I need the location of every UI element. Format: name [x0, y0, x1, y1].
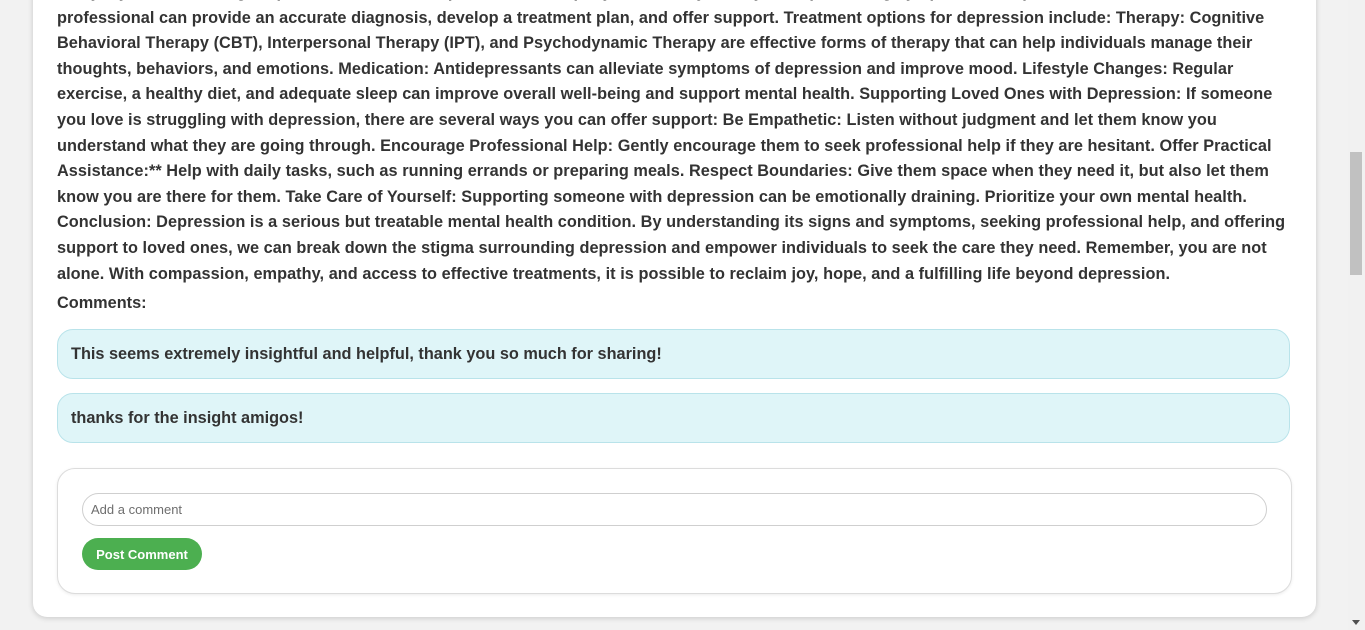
- comments-heading: Comments:: [57, 294, 147, 312]
- comment-text: This seems extremely insightful and help…: [71, 344, 662, 363]
- comment-item: thanks for the insight amigos!: [57, 393, 1290, 443]
- scrollbar-thumb[interactable]: [1350, 152, 1362, 275]
- scroll-down-arrow-icon[interactable]: [1352, 620, 1360, 625]
- article-body: everyday tasks. Seeking Help: It is cruc…: [57, 0, 1286, 283]
- comment-item: This seems extremely insightful and help…: [57, 329, 1290, 379]
- post-comment-button[interactable]: Post Comment: [82, 538, 202, 570]
- comment-form: Post Comment: [57, 468, 1292, 594]
- comment-text: thanks for the insight amigos!: [71, 408, 304, 427]
- vertical-scrollbar[interactable]: [1348, 0, 1365, 630]
- comment-input[interactable]: [82, 493, 1267, 526]
- page: everyday tasks. Seeking Help: It is cruc…: [0, 0, 1365, 630]
